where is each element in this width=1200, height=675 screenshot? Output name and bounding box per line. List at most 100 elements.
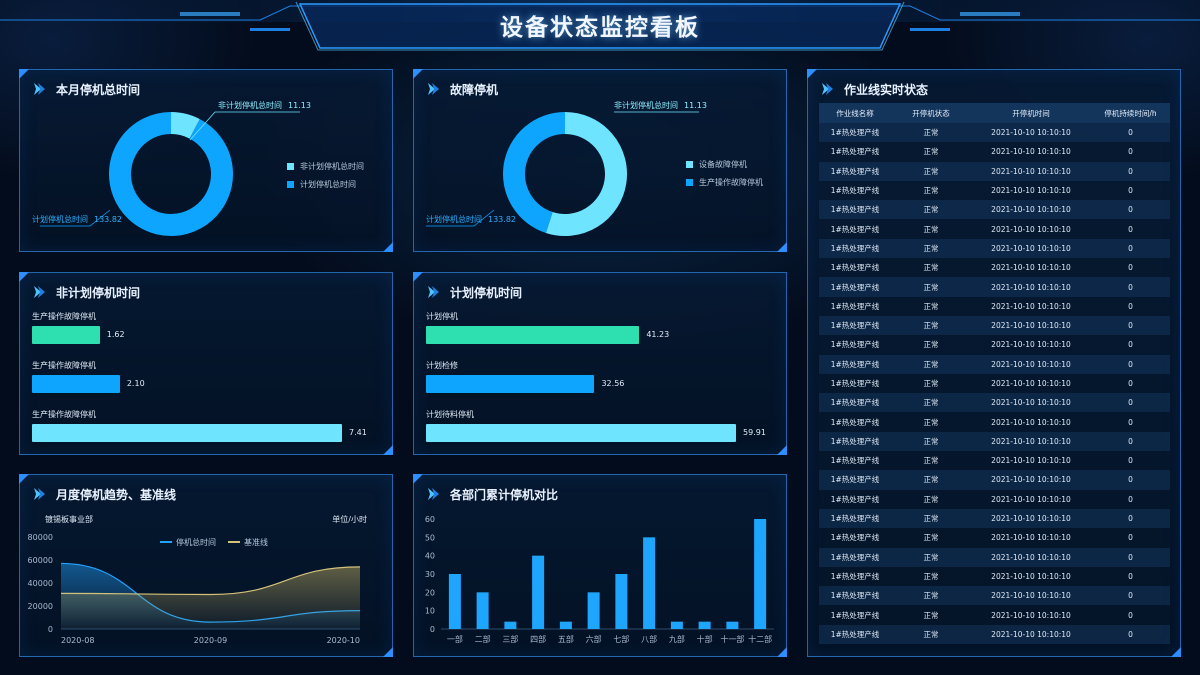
department-bar[interactable]: [726, 621, 739, 629]
table-row[interactable]: 1#热处理产线 正常 2021-10-10 10:10:10 0: [819, 373, 1170, 394]
legend-item[interactable]: 计划停机总时间: [287, 175, 364, 193]
cell-time: 2021-10-10 10:10:10: [991, 379, 1071, 388]
annotation-label: 非计划停机总时间: [614, 101, 678, 110]
donut-slice[interactable]: [503, 112, 566, 233]
legend-item[interactable]: 生产操作故障停机: [686, 173, 763, 191]
y-tick-label: 20: [425, 588, 435, 597]
legend-label: 设备故障停机: [699, 159, 747, 169]
donut-slice[interactable]: [109, 112, 233, 236]
table-row[interactable]: 1#热处理产线 正常 2021-10-10 10:10:10 0: [819, 335, 1170, 355]
x-tick-label: 2020-10: [327, 636, 360, 645]
bar[interactable]: [32, 375, 120, 393]
cell-status: 正常: [923, 243, 939, 253]
page-title: 设备状态监控看板: [500, 15, 700, 41]
table-row[interactable]: 1#热处理产线 正常 2021-10-10 10:10:10 0: [819, 161, 1170, 181]
table-body: 1#热处理产线 正常 2021-10-10 10:10:10 0 1#热处理产线 正常 20…: [819, 123, 1170, 645]
table-row[interactable]: 1#热处理产线 正常 2021-10-10 10:10:10 0: [819, 123, 1170, 143]
cell-time: 2021-10-10 10:10:10: [991, 610, 1071, 620]
cell-line-name: 1#热处理产线: [830, 224, 880, 234]
column-header[interactable]: 开停机状态: [891, 108, 971, 119]
bar[interactable]: [32, 326, 100, 344]
bar-label: 生产操作故障停机: [32, 312, 96, 321]
table-row[interactable]: 1#热处理产线 正常 2021-10-10 10:10:10 0: [819, 508, 1170, 529]
table-row[interactable]: 1#热处理产线 正常 2021-10-10 10:10:10 0: [819, 586, 1170, 606]
donut-legend: 非计划停机总时间 计划停机总时间: [287, 157, 364, 193]
column-header[interactable]: 开停机时间: [971, 108, 1091, 119]
table-row[interactable]: 1#热处理产线 正常 2021-10-10 10:10:10 0: [819, 142, 1170, 162]
cell-time: 2021-10-10 10:10:10: [991, 417, 1071, 427]
panel-title: 非计划停机时间: [56, 285, 141, 300]
table-row[interactable]: 1#热处理产线 正常 2021-10-10 10:10:10 0: [819, 258, 1170, 278]
table-row[interactable]: 1#热处理产线 正常 2021-10-10 10:10:10 0: [819, 219, 1170, 239]
table-row[interactable]: 1#热处理产线 正常 2021-10-10 10:10:10 0: [819, 566, 1170, 587]
donut-slice[interactable]: [545, 112, 627, 236]
table-row[interactable]: 1#热处理产线 正常 2021-10-10 10:10:10 0: [819, 180, 1170, 201]
table-row[interactable]: 1#热处理产线 正常 2021-10-10 10:10:10 0: [819, 624, 1170, 645]
table-row[interactable]: 1#热处理产线 正常 2021-10-10 10:10:10 0: [819, 431, 1170, 452]
table-row[interactable]: 1#热处理产线 正常 2021-10-10 10:10:10 0: [819, 200, 1170, 220]
cell-time: 2021-10-10 10:10:10: [991, 282, 1071, 292]
panel-line-status: 作业线实时状态 作业线名称 开停机状态 开停机时间 停机持续时间/h 1#热处理…: [807, 69, 1181, 657]
department-bar[interactable]: [615, 574, 628, 629]
bar[interactable]: [32, 424, 342, 442]
cell-status: 正常: [923, 321, 939, 331]
cell-line-name: 1#热处理产线: [830, 610, 880, 620]
department-bar[interactable]: [670, 621, 683, 629]
table-row[interactable]: 1#热处理产线 正常 2021-10-10 10:10:10 0: [819, 451, 1170, 471]
department-bar[interactable]: [476, 592, 489, 629]
table-row[interactable]: 1#热处理产线 正常 2021-10-10 10:10:10 0: [819, 354, 1170, 374]
department-bar[interactable]: [504, 621, 517, 629]
cell-line-name: 1#热处理产线: [830, 147, 880, 157]
bar[interactable]: [426, 424, 736, 442]
x-tick-label: 五部: [558, 634, 574, 644]
bar[interactable]: [426, 375, 595, 393]
table-row[interactable]: 1#热处理产线 正常 2021-10-10 10:10:10 0: [819, 238, 1170, 259]
cell-line-name: 1#热处理产线: [830, 128, 880, 138]
table-row[interactable]: 1#热处理产线 正常 2021-10-10 10:10:10 0: [819, 547, 1170, 567]
table-row[interactable]: 1#热处理产线 正常 2021-10-10 10:10:10 0: [819, 393, 1170, 413]
cell-line-name: 1#热处理产线: [830, 456, 880, 466]
department-bar[interactable]: [754, 519, 767, 629]
legend-item[interactable]: 非计划停机总时间: [287, 157, 364, 175]
cell-line-name: 1#热处理产线: [830, 398, 880, 408]
donut-ring: [109, 112, 233, 236]
department-bar[interactable]: [587, 592, 600, 629]
cell-duration: 0: [1128, 514, 1133, 524]
bar[interactable]: [426, 326, 640, 344]
department-bar[interactable]: [698, 621, 711, 629]
legend-item[interactable]: 设备故障停机: [686, 155, 763, 173]
column-header[interactable]: 停机持续时间/h: [1091, 108, 1170, 119]
column-header[interactable]: 作业线名称: [819, 108, 891, 119]
table-row[interactable]: 1#热处理产线 正常 2021-10-10 10:10:10 0: [819, 277, 1170, 297]
cell-duration: 0: [1128, 571, 1133, 581]
cell-duration: 0: [1128, 205, 1133, 215]
department-bar[interactable]: [643, 537, 656, 629]
department-bar[interactable]: [448, 574, 461, 629]
cell-status: 正常: [923, 301, 939, 311]
cell-line-name: 1#热处理产线: [830, 552, 880, 562]
table-row[interactable]: 1#热处理产线 正常 2021-10-10 10:10:10 0: [819, 528, 1170, 548]
donut-slice[interactable]: [170, 112, 200, 139]
department-bar[interactable]: [532, 555, 545, 629]
bar-label: 计划停机: [426, 312, 458, 321]
table-row[interactable]: 1#热处理产线 正常 2021-10-10 10:10:10 0: [819, 296, 1170, 316]
cell-line-name: 1#热处理产线: [830, 629, 880, 639]
cell-duration: 0: [1128, 398, 1133, 408]
x-tick-label: 七部: [613, 634, 629, 644]
annotation-value: 133.82: [488, 215, 516, 224]
cell-status: 正常: [923, 494, 939, 504]
bar-value: 41.23: [646, 330, 670, 339]
table-row[interactable]: 1#热处理产线 正常 2021-10-10 10:10:10 0: [819, 412, 1170, 432]
cell-line-name: 1#热处理产线: [830, 263, 880, 273]
x-tick-label: 六部: [586, 634, 602, 644]
table-row[interactable]: 1#热处理产线 正常 2021-10-10 10:10:10 0: [819, 489, 1170, 509]
department-bar[interactable]: [559, 621, 572, 629]
cell-line-name: 1#热处理产线: [830, 436, 880, 446]
table-row[interactable]: 1#热处理产线 正常 2021-10-10 10:10:10 0: [819, 315, 1170, 336]
y-tick-label: 30: [425, 570, 435, 579]
table-row[interactable]: 1#热处理产线 正常 2021-10-10 10:10:10 0: [819, 470, 1170, 490]
cell-duration: 0: [1128, 629, 1133, 639]
cell-time: 2021-10-10 10:10:10: [991, 263, 1071, 273]
table-row[interactable]: 1#热处理产线 正常 2021-10-10 10:10:10 0: [819, 605, 1170, 625]
chevron-right-icon: [822, 83, 833, 95]
